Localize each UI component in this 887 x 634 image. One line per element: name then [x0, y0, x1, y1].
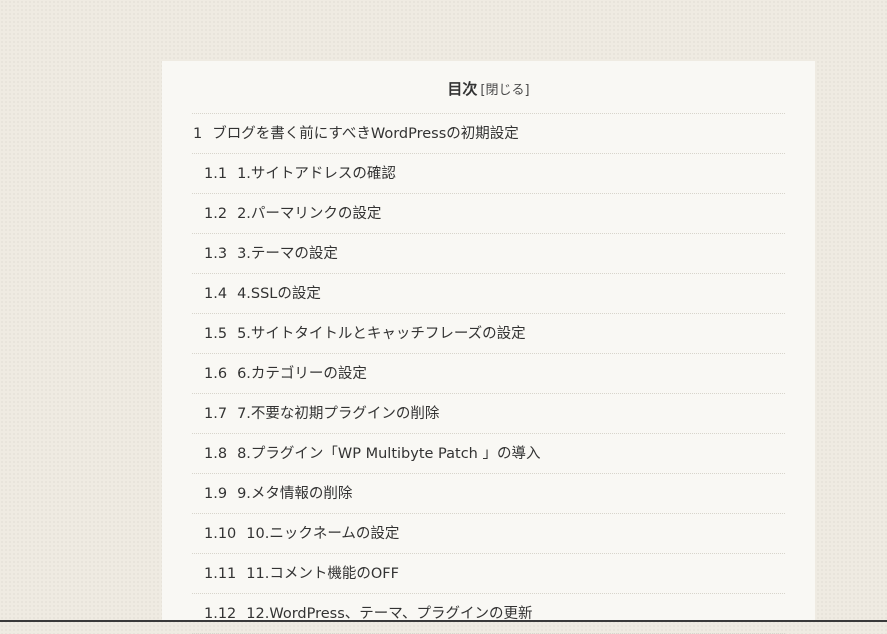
toc-item-1-10[interactable]: 1.10 10.ニックネームの設定	[192, 514, 785, 554]
toc-item-1-8[interactable]: 1.8 8.プラグイン「WP Multibyte Patch 」の導入	[192, 434, 785, 474]
toc-item-1-7[interactable]: 1.7 7.不要な初期プラグインの削除	[192, 394, 785, 434]
toc-item-label: 10.ニックネームの設定	[246, 526, 400, 542]
toc-item-label: ブログを書く前にすべきWordPressの初期設定	[212, 126, 519, 142]
toc-item-number: 1.1	[204, 166, 228, 182]
toc-item-number: 1.3	[204, 246, 228, 262]
toc-item-label: 4.SSLの設定	[237, 286, 321, 302]
toc-item-1-3[interactable]: 1.3 3.テーマの設定	[192, 234, 785, 274]
toc-item-label: 5.サイトタイトルとキャッチフレーズの設定	[237, 326, 526, 342]
toc-item-label: 8.プラグイン「WP Multibyte Patch 」の導入	[237, 446, 541, 462]
toc-item-1-6[interactable]: 1.6 6.カテゴリーの設定	[192, 354, 785, 394]
toc-item-number: 1.4	[204, 286, 228, 302]
toc-toggle-link[interactable]: [閉じる]	[480, 83, 529, 98]
toc-item-label: 6.カテゴリーの設定	[237, 366, 367, 382]
toc-title: 目次	[447, 80, 478, 98]
toc-item-1-12[interactable]: 1.12 12.WordPress、テーマ、プラグインの更新	[192, 594, 785, 634]
toc-item-number: 1.12	[204, 606, 237, 622]
toc-item-label: 9.メタ情報の削除	[237, 486, 353, 502]
toc-header: 目次 [閉じる]	[192, 61, 785, 114]
toc-item-number: 1.6	[204, 366, 228, 382]
toc-item-number: 1.8	[204, 446, 228, 462]
toc-item-1[interactable]: 1 ブログを書く前にすべきWordPressの初期設定	[192, 114, 785, 154]
toc-list: 1 ブログを書く前にすべきWordPressの初期設定 1.1 1.サイトアドレスの…	[192, 114, 785, 634]
toc-item-number: 1.5	[204, 326, 228, 342]
toc-item-number: 1.2	[204, 206, 228, 222]
toc-item-number: 1.7	[204, 406, 228, 422]
toc-item-label: 2.パーマリンクの設定	[237, 206, 382, 222]
toc-item-1-2[interactable]: 1.2 2.パーマリンクの設定	[192, 194, 785, 234]
toc-item-1-1[interactable]: 1.1 1.サイトアドレスの確認	[192, 154, 785, 194]
toc-item-number: 1.9	[204, 486, 228, 502]
toc-item-label: 11.コメント機能のOFF	[246, 566, 399, 582]
toc-item-number: 1.11	[204, 566, 237, 582]
table-of-contents: 目次 [閉じる] 1 ブログを書く前にすべきWordPressの初期設定 1.1 1.…	[162, 61, 815, 634]
toc-item-number: 1	[193, 126, 203, 142]
toc-item-1-9[interactable]: 1.9 9.メタ情報の削除	[192, 474, 785, 514]
toc-item-1-5[interactable]: 1.5 5.サイトタイトルとキャッチフレーズの設定	[192, 314, 785, 354]
toc-item-1-11[interactable]: 1.11 11.コメント機能のOFF	[192, 554, 785, 594]
toc-item-label: 7.不要な初期プラグインの削除	[237, 406, 440, 422]
toc-item-label: 3.テーマの設定	[237, 246, 338, 262]
toc-item-label: 1.サイトアドレスの確認	[237, 166, 396, 182]
toc-item-1-4[interactable]: 1.4 4.SSLの設定	[192, 274, 785, 314]
toc-item-number: 1.10	[204, 526, 237, 542]
